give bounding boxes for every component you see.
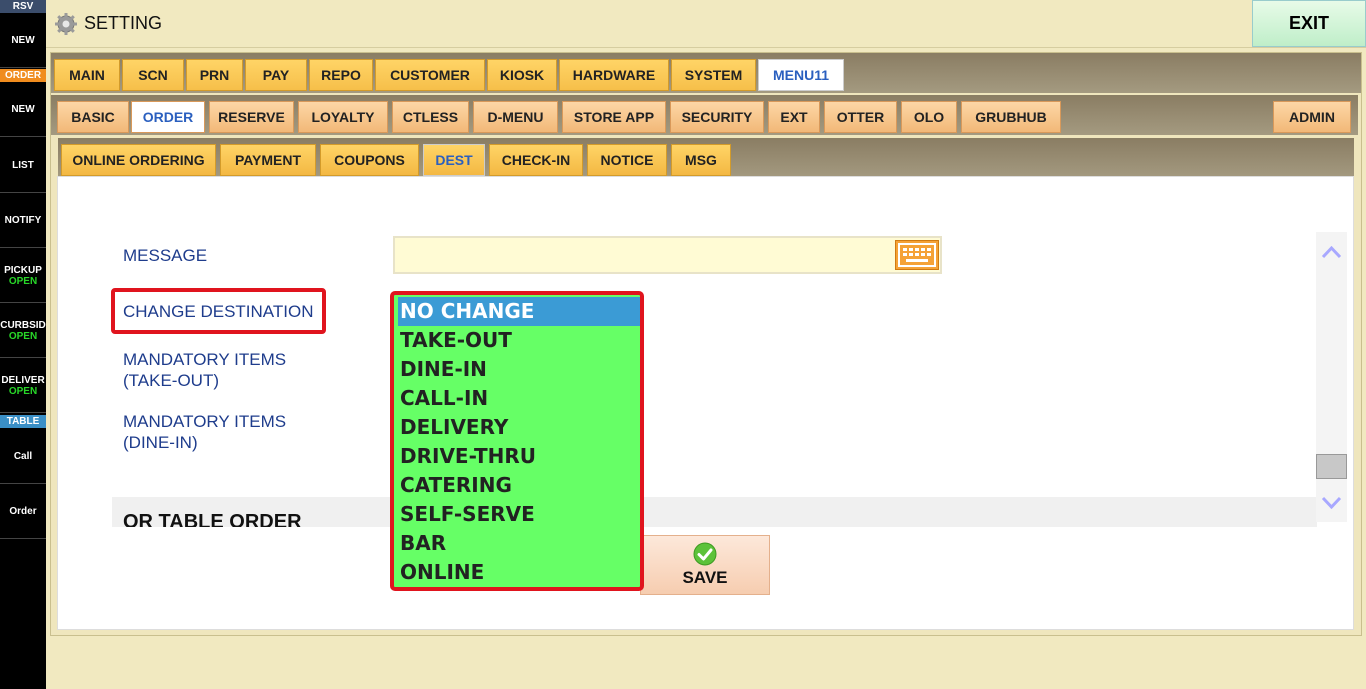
message-label: MESSAGE — [123, 246, 208, 265]
keyboard-icon[interactable] — [895, 240, 939, 270]
section-title: OR TABLE ORDER — [123, 511, 302, 527]
tab-loyalty[interactable]: LOYALTY — [298, 101, 388, 133]
tab-hardware[interactable]: HARDWARE — [559, 59, 669, 91]
tab-admin[interactable]: ADMIN — [1273, 101, 1351, 133]
dropdown-option-no-change[interactable]: NO CHANGE — [398, 297, 640, 326]
tab-otter[interactable]: OTTER — [824, 101, 897, 133]
keyboard-glyph — [898, 243, 936, 267]
tab-payment[interactable]: PAYMENT — [220, 144, 316, 176]
message-input[interactable] — [393, 236, 942, 274]
tab-customer[interactable]: CUSTOMER — [375, 59, 485, 91]
sidebar-header-rsv: RSV — [0, 0, 46, 13]
sidebar-item-pickup[interactable]: PICKUP OPEN — [0, 249, 46, 303]
sidebar-item-label: PICKUP — [4, 264, 42, 276]
tab-row-main: MAIN SCN PRN PAY REPO CUSTOMER KIOSK HAR… — [51, 53, 1361, 93]
mandatory-dinein-label-line1: MANDATORY ITEMS — [123, 412, 287, 431]
tab-grubhub[interactable]: GRUBHUB — [961, 101, 1061, 133]
sidebar-item-label: DELIVER — [1, 374, 45, 386]
tab-menu11[interactable]: MENU11 — [758, 59, 844, 91]
check-circle-icon — [693, 542, 717, 566]
sidebar-item-label: LIST — [12, 160, 34, 171]
tab-kiosk[interactable]: KIOSK — [487, 59, 557, 91]
chevron-down-icon[interactable] — [1319, 490, 1344, 515]
sidebar-item-label: NOTIFY — [4, 215, 42, 226]
change-destination-label: CHANGE DESTINATION — [123, 302, 314, 321]
tab-row-submenu: BASIC ORDER RESERVE LOYALTY CTLESS D-MEN… — [51, 95, 1358, 135]
exit-button[interactable]: EXIT — [1252, 0, 1366, 47]
tab-online-ordering[interactable]: ONLINE ORDERING — [61, 144, 216, 176]
tab-system[interactable]: SYSTEM — [671, 59, 756, 91]
tab-msg[interactable]: MSG — [671, 144, 731, 176]
tab-coupons[interactable]: COUPONS — [320, 144, 419, 176]
tab-ctless[interactable]: CTLESS — [392, 101, 469, 133]
tab-ext[interactable]: EXT — [768, 101, 820, 133]
dropdown-option-online[interactable]: ONLINE — [398, 558, 640, 587]
sidebar-item-label: Order — [9, 506, 37, 517]
dropdown-option-drive-thru[interactable]: DRIVE-THRU — [398, 442, 640, 471]
tab-check-in[interactable]: CHECK-IN — [489, 144, 583, 176]
page-title: SETTING — [84, 13, 163, 33]
dropdown-option-self-serve[interactable]: SELF-SERVE — [398, 500, 640, 529]
mandatory-takeout-label-line1: MANDATORY ITEMS — [123, 350, 287, 369]
tab-dest[interactable]: DEST — [423, 144, 485, 176]
mandatory-takeout-label-line2: (TAKE-OUT) — [123, 371, 220, 390]
tab-notice[interactable]: NOTICE — [587, 144, 667, 176]
save-label: SAVE — [682, 568, 728, 587]
tab-security[interactable]: SECURITY — [670, 101, 764, 133]
sidebar-item-rsv-new[interactable]: NEW — [0, 14, 46, 68]
sidebar-item-call[interactable]: Call — [0, 430, 46, 484]
scrollbar-thumb[interactable] — [1316, 454, 1347, 479]
tab-d-menu[interactable]: D-MENU — [473, 101, 558, 133]
sidebar-item-notify[interactable]: NOTIFY — [0, 194, 46, 248]
sidebar-item-order-new[interactable]: NEW — [0, 83, 46, 137]
mandatory-takeout-label: MANDATORY ITEMS (TAKE-OUT) — [123, 349, 286, 391]
sidebar-item-order[interactable]: Order — [0, 485, 46, 539]
tab-reserve[interactable]: RESERVE — [209, 101, 294, 133]
dropdown-option-call-in[interactable]: CALL-IN — [398, 384, 640, 413]
tab-row-order: ONLINE ORDERING PAYMENT COUPONS DEST CHE… — [58, 138, 1354, 178]
vertical-scrollbar[interactable] — [1316, 232, 1347, 522]
dropdown-option-bar[interactable]: BAR — [398, 529, 640, 558]
tab-order[interactable]: ORDER — [131, 101, 205, 133]
mandatory-dinein-label-line2: (DINE-IN) — [123, 433, 198, 452]
sidebar-item-label: NEW — [11, 104, 35, 115]
dropdown-option-delivery[interactable]: DELIVERY — [398, 413, 640, 442]
tab-prn[interactable]: PRN — [186, 59, 243, 91]
section-header: OR TABLE ORDER — [112, 497, 1317, 527]
destination-dropdown-list[interactable]: NO CHANGE TAKE-OUT DINE-IN CALL-IN DELIV… — [390, 291, 644, 591]
tab-repo[interactable]: REPO — [309, 59, 373, 91]
tab-olo[interactable]: OLO — [901, 101, 957, 133]
sidebar-item-status: OPEN — [8, 275, 38, 287]
mandatory-dinein-label: MANDATORY ITEMS (DINE-IN) — [123, 411, 286, 453]
sidebar-header-order: ORDER — [0, 69, 46, 82]
dropdown-option-dine-in[interactable]: DINE-IN — [398, 355, 640, 384]
chevron-up-icon[interactable] — [1319, 240, 1344, 265]
sidebar-item-label: CURBSID — [0, 319, 46, 331]
tab-basic[interactable]: BASIC — [57, 101, 129, 133]
sidebar-item-delivery[interactable]: DELIVER OPEN — [0, 359, 46, 413]
sidebar-item-list[interactable]: LIST — [0, 139, 46, 193]
tab-pay[interactable]: PAY — [245, 59, 307, 91]
sidebar-item-status: OPEN — [8, 330, 38, 342]
tab-scn[interactable]: SCN — [122, 59, 184, 91]
tab-main[interactable]: MAIN — [54, 59, 120, 91]
top-bar: SETTING EXIT — [46, 0, 1366, 48]
left-sidebar: RSV NEW ORDER NEW LIST NOTIFY PICKUP OPEN… — [0, 0, 46, 689]
save-button[interactable]: SAVE — [640, 535, 770, 595]
gear-icon — [55, 13, 77, 35]
sidebar-item-curbside[interactable]: CURBSID OPEN — [0, 304, 46, 358]
sidebar-item-label: NEW — [11, 35, 35, 46]
dropdown-option-take-out[interactable]: TAKE-OUT — [398, 326, 640, 355]
dropdown-option-catering[interactable]: CATERING — [398, 471, 640, 500]
sidebar-header-table: TABLE — [0, 415, 46, 428]
tab-store-app[interactable]: STORE APP — [562, 101, 666, 133]
sidebar-item-status: OPEN — [8, 385, 38, 397]
sidebar-item-label: Call — [13, 451, 33, 462]
